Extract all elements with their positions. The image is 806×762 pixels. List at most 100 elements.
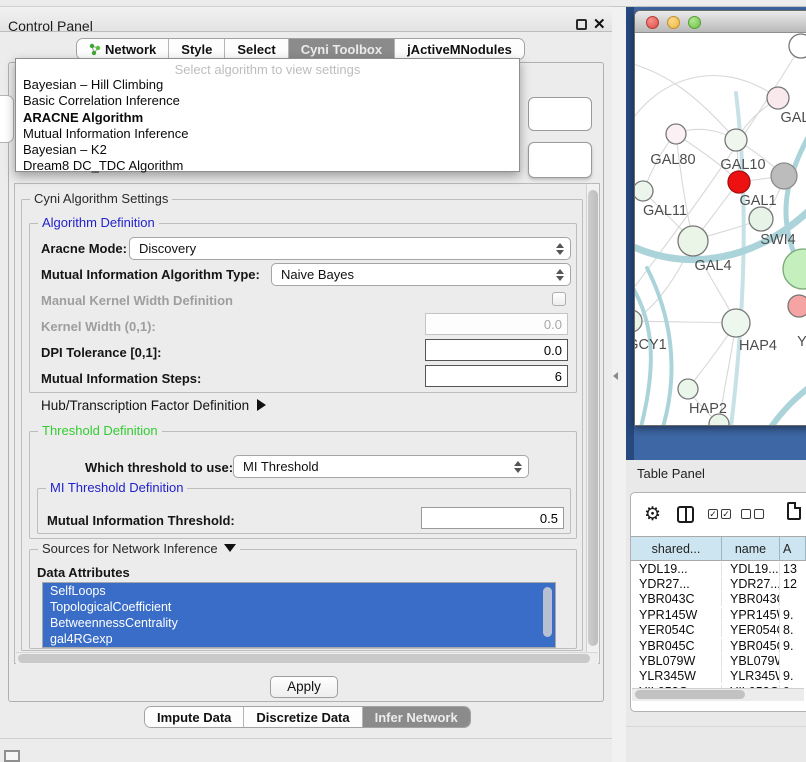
table-header-row: shared... name A (631, 536, 806, 561)
panel-restore-icon[interactable] (4, 750, 20, 762)
stepper-icon[interactable] (553, 267, 566, 283)
mi-algorithm-type-combobox[interactable]: Naive Bayes (271, 263, 571, 286)
inference-algorithm-combobox-partial[interactable] (528, 97, 592, 131)
network-node-label: GAL11 (643, 203, 687, 219)
network-node-swi4[interactable] (749, 207, 773, 231)
settings-scrollbar-thumb[interactable] (588, 190, 598, 646)
unchecked-box-icon (754, 509, 764, 519)
attribute-item-selected[interactable]: TopologicalCoefficient (43, 599, 555, 615)
network-node[interactable] (771, 163, 797, 189)
select-all-columns-icon[interactable]: ✓ ✓ (708, 509, 731, 519)
panel-divider[interactable] (612, 7, 626, 762)
network-node-hap4[interactable] (722, 309, 750, 337)
table-hscrollbar-thumb[interactable] (635, 690, 745, 699)
tab-jactivemnodules[interactable]: jActiveMNodules (395, 39, 524, 59)
new-table-icon[interactable] (787, 502, 801, 520)
aracne-mode-combobox[interactable]: Discovery (129, 237, 571, 260)
tab-style[interactable]: Style (169, 39, 225, 59)
stepper-icon[interactable] (511, 459, 524, 475)
unchecked-box-icon (741, 509, 751, 519)
tab-network[interactable]: Network (77, 39, 169, 59)
column-header-name[interactable]: name (722, 537, 780, 560)
dpi-tolerance-field[interactable] (425, 339, 568, 361)
network-node[interactable] (789, 34, 806, 58)
table-row[interactable]: YBL079W YBL079W (631, 653, 806, 668)
cell-shared-name: YBL079W (631, 654, 722, 668)
mac-zoom-icon[interactable] (688, 16, 701, 29)
algorithm-dropdown-list: Select algorithm to view settings Bayesi… (15, 58, 520, 172)
kernel-width-field[interactable] (425, 313, 568, 335)
table-row[interactable]: YBR045C YBR045C 9. (631, 638, 806, 653)
mi-threshold-field[interactable] (421, 507, 564, 529)
float-panel-icon[interactable] (576, 19, 587, 30)
network-node-gal11[interactable] (635, 181, 653, 201)
close-panel-icon[interactable]: ✕ (593, 15, 606, 33)
table-row[interactable]: YER054C YER054C 8. (631, 623, 806, 638)
network-window-titlebar[interactable] (635, 11, 806, 33)
mi-algorithm-type-label: Mutual Information Algorithm Type: (41, 267, 260, 282)
attribute-item-selected[interactable]: gal4RGexp (43, 631, 555, 647)
table-row[interactable]: YBR043C YBR043C (631, 592, 806, 607)
aracne-mode-label: Aracne Mode: (41, 241, 127, 256)
dropdown-item[interactable]: ARACNE Algorithm (16, 110, 519, 126)
node-combobox-partial[interactable] (528, 142, 592, 178)
network-node-gal80[interactable] (666, 124, 686, 144)
hub-section-toggle[interactable]: Hub/Transcription Factor Definition (41, 398, 266, 413)
sources-legend-label: Sources for Network Inference (42, 541, 218, 556)
attribute-item-selected[interactable]: BetweennessCentrality (43, 615, 555, 631)
column-header-partial[interactable]: A (780, 537, 806, 560)
table-row[interactable]: YPR145W YPR145W 9. (631, 607, 806, 622)
dropdown-item[interactable]: Dream8 DC_TDC Algorithm (16, 158, 519, 174)
mi-steps-field[interactable] (425, 365, 568, 387)
network-node-y[interactable] (788, 295, 806, 317)
network-node-gal1[interactable] (728, 171, 750, 193)
sources-legend[interactable]: Sources for Network Inference (38, 541, 240, 556)
network-graph[interactable]: GALGAL80GAL10GAL1GAL11SWI4GAL4GCY1HAP4YH… (635, 33, 806, 426)
column-header-shared-name[interactable]: shared... (631, 537, 722, 560)
mac-minimize-icon[interactable] (667, 16, 680, 29)
dropdown-item[interactable]: Basic Correlation Inference (16, 93, 519, 109)
dropdown-item[interactable]: Bayesian – Hill Climbing (16, 77, 519, 93)
table-row[interactable]: YLR345W YLR345W 9. (631, 669, 806, 684)
dropdown-item[interactable]: Bayesian – K2 (16, 142, 519, 158)
bottom-strip (0, 738, 612, 762)
network-node-label: GCY1 (635, 337, 667, 353)
cell-shared-name: YDL19... (631, 562, 722, 576)
attribute-item-selected[interactable]: SelfLoops (43, 583, 555, 599)
gear-icon[interactable]: ⚙ (644, 503, 661, 526)
network-node-gal10[interactable] (725, 129, 747, 151)
mac-close-icon[interactable] (646, 16, 659, 29)
cell-name: YER054C (722, 623, 780, 637)
tab-cyni-toolbox[interactable]: Cyni Toolbox (289, 39, 395, 59)
table-row[interactable]: YDL19... YDL19... 13 (631, 561, 806, 576)
partial-widget-left (0, 95, 14, 143)
columns-icon[interactable] (677, 506, 694, 523)
network-node-hap2[interactable] (678, 379, 698, 399)
network-node-gal4[interactable] (678, 226, 708, 256)
network-node-gal[interactable] (767, 87, 789, 109)
which-threshold-label: Which threshold to use: (85, 460, 233, 475)
tab-select[interactable]: Select (225, 39, 288, 59)
deselect-all-columns-icon[interactable] (741, 509, 764, 519)
manual-kernel-width-checkbox[interactable] (552, 292, 566, 306)
tab-infer-network[interactable]: Infer Network (363, 707, 470, 727)
tab-discretize-data[interactable]: Discretize Data (244, 707, 362, 727)
which-threshold-value: MI Threshold (243, 459, 319, 474)
divider-collapse-icon[interactable] (613, 372, 618, 380)
tab-impute-data[interactable]: Impute Data (145, 707, 244, 727)
apply-button[interactable]: Apply (270, 676, 338, 698)
network-node[interactable] (783, 249, 806, 289)
settings-hscrollbar-thumb[interactable] (18, 654, 590, 663)
network-node-gcy1[interactable] (635, 310, 642, 332)
table-row[interactable]: YDR27... YDR27... 12 (631, 576, 806, 591)
list-scrollbar-thumb[interactable] (543, 587, 552, 637)
stepper-icon[interactable] (553, 241, 566, 257)
dropdown-item[interactable]: Mutual Information Inference (16, 126, 519, 142)
cell-name: YDL19... (722, 562, 780, 576)
network-node-label: GAL1 (739, 193, 776, 209)
cell-shared-name: YPR145W (631, 608, 722, 622)
tab-network-label: Network (105, 42, 156, 57)
table-rows: YDL19... YDL19... 13 YDR27... YDR27... 1… (631, 561, 806, 691)
dpi-tolerance-label: DPI Tolerance [0,1]: (41, 345, 161, 360)
which-threshold-combobox[interactable]: MI Threshold (233, 455, 529, 478)
